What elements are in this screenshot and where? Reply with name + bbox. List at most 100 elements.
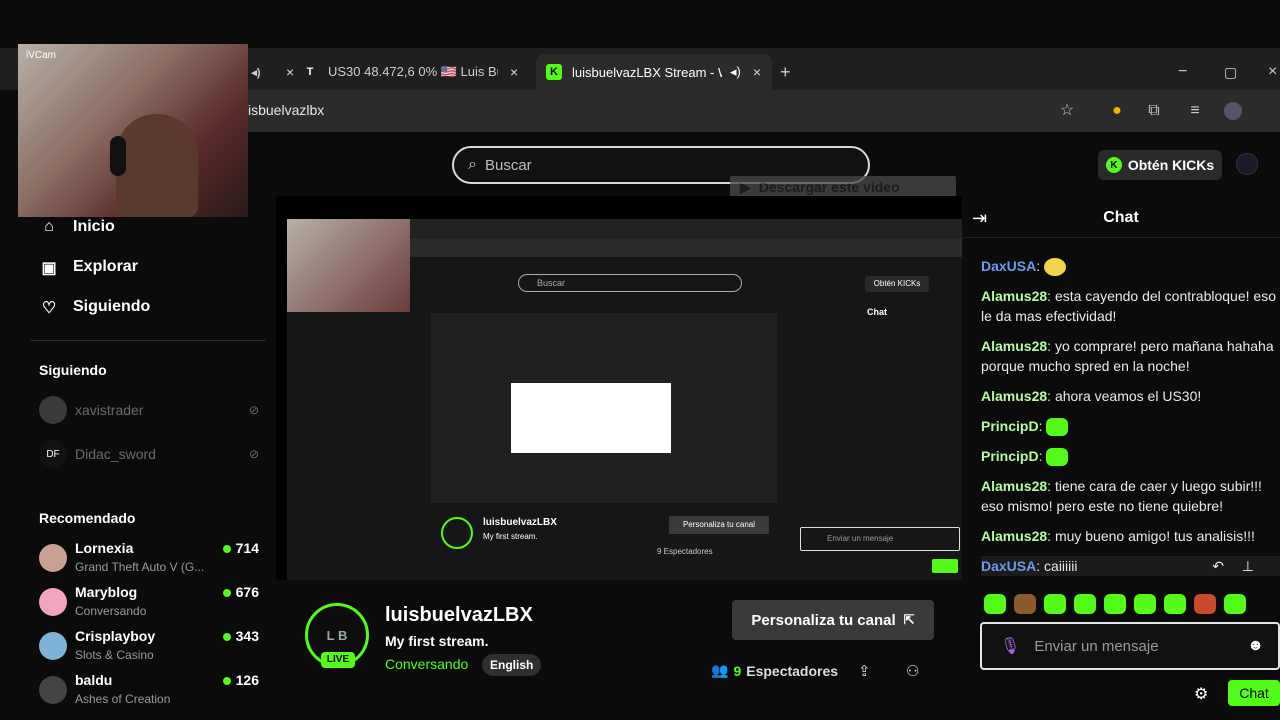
following-item[interactable]: xavistrader ⊘ bbox=[39, 396, 259, 424]
avatar bbox=[39, 588, 67, 616]
emoji-icon[interactable]: ☻ bbox=[1247, 637, 1264, 655]
chat-username[interactable]: Alamus28 bbox=[981, 288, 1047, 304]
get-kicks-label: Obtén KICKs bbox=[1127, 157, 1215, 173]
tab-close-icon[interactable]: × bbox=[510, 64, 518, 80]
chat-username[interactable]: PrincipD bbox=[981, 418, 1039, 434]
browser-tab-3[interactable]: K luisbuelvazLBX Stream - Wa ◂) × bbox=[536, 54, 772, 90]
download-label: Descargar este video bbox=[758, 179, 900, 195]
language-tag[interactable]: English bbox=[482, 654, 542, 676]
viewer-count: 9 bbox=[733, 662, 742, 679]
stream-category[interactable]: Conversando bbox=[385, 656, 468, 672]
user-avatar[interactable] bbox=[1236, 153, 1258, 175]
chat-text: caiiiiii bbox=[1044, 558, 1078, 574]
chat-username[interactable]: Alamus28 bbox=[981, 338, 1047, 354]
home-icon: ⌂ bbox=[44, 218, 54, 235]
avatar-text: L B bbox=[326, 627, 348, 643]
chat-text: muy bueno amigo! tus analisis!!! bbox=[1054, 528, 1255, 544]
nav-explorar[interactable]: ▣ Explorar bbox=[40, 258, 137, 277]
search-placeholder: Buscar bbox=[484, 156, 532, 174]
users-icon: 👥 bbox=[711, 662, 729, 678]
nav-inicio[interactable]: ⌂ Inicio bbox=[40, 218, 115, 236]
chat-message: Alamus28: muy bueno amigo! tus analisis!… bbox=[981, 528, 1255, 544]
emote-icon[interactable] bbox=[1044, 594, 1066, 614]
minimize-button[interactable]: − bbox=[1178, 54, 1198, 90]
chat-username[interactable]: Alamus28 bbox=[981, 388, 1047, 404]
emote-icon[interactable] bbox=[1134, 594, 1156, 614]
webcam-overlay: iVCam bbox=[18, 44, 248, 217]
chat-input[interactable]: 🎙 Enviar un mensaje ☻ bbox=[980, 622, 1280, 670]
browser-tab-1[interactable]: ◂) × bbox=[248, 54, 298, 90]
chat-title: Chat bbox=[1103, 209, 1139, 226]
maximize-button[interactable]: ▢ bbox=[1224, 54, 1244, 90]
recommended-item[interactable]: baldu Ashes of Creation 126 bbox=[39, 672, 259, 712]
chat-send-button[interactable]: Chat bbox=[1228, 680, 1280, 706]
emote-icon[interactable] bbox=[1104, 594, 1126, 614]
stream-title: My first stream. bbox=[385, 633, 489, 649]
channel-name[interactable]: luisbuelvazLBX bbox=[385, 604, 533, 627]
emote-icon[interactable] bbox=[984, 594, 1006, 614]
nav-label: Inicio bbox=[73, 218, 115, 235]
inner-channel-title: My first stream. bbox=[483, 532, 538, 541]
channel-category: Grand Theft Auto V (G... bbox=[75, 560, 205, 574]
pin-icon[interactable]: ⊥ bbox=[1242, 556, 1254, 576]
heart-icon: ♡ bbox=[41, 300, 57, 317]
following-name: xavistrader bbox=[75, 402, 144, 418]
puzzle-icon[interactable]: ⧉ bbox=[1145, 102, 1163, 120]
inner-customize: Personaliza tu canal bbox=[669, 516, 769, 534]
emote-icon[interactable] bbox=[1014, 594, 1036, 614]
recommended-item[interactable]: Crisplayboy Slots & Casino 343 bbox=[39, 628, 259, 668]
share-icon[interactable]: ⇪ bbox=[858, 662, 871, 680]
star-icon[interactable]: ☆ bbox=[1058, 102, 1076, 120]
avatar bbox=[39, 632, 67, 660]
download-video-bar[interactable]: ▶ Descargar este video bbox=[730, 176, 956, 198]
chat-username[interactable]: Alamus28 bbox=[981, 528, 1047, 544]
offline-icon: ⊘ bbox=[248, 403, 259, 417]
channel-category: Conversando bbox=[75, 604, 147, 618]
get-kicks-button[interactable]: K Obtén KICKs bbox=[1098, 150, 1222, 180]
viewer-label: Espectadores bbox=[746, 662, 839, 679]
chat-settings-icon[interactable]: ⚙ bbox=[1194, 684, 1208, 704]
emote-icon[interactable] bbox=[1224, 594, 1246, 614]
microphone-icon[interactable]: 🎙 bbox=[1000, 636, 1020, 656]
url-text[interactable]: isbuelvazlbx bbox=[248, 102, 324, 118]
nav-siguiendo[interactable]: ♡ Siguiendo bbox=[40, 298, 151, 317]
emote-icon[interactable] bbox=[1194, 594, 1216, 614]
new-tab-button[interactable]: + bbox=[780, 54, 800, 90]
window-close-button[interactable]: × bbox=[1268, 54, 1280, 90]
emote-icon[interactable] bbox=[1074, 594, 1096, 614]
chat-username[interactable]: DaxUSA bbox=[981, 258, 1036, 274]
media-icon[interactable]: ≡ bbox=[1186, 102, 1204, 120]
inner-tab-bar bbox=[410, 219, 962, 239]
chat-message: Alamus28: tiene cara de caer y luego sub… bbox=[981, 478, 1262, 514]
live-badge: LIVE bbox=[321, 652, 355, 668]
quick-emote-bar bbox=[984, 594, 1254, 618]
browser-tab-2[interactable]: T US30 48.472,6 0% 🇺🇸 Luis Buelv × bbox=[302, 54, 532, 90]
chat-header: ⇥ Chat bbox=[962, 200, 1280, 238]
chat-username[interactable]: PrincipD bbox=[981, 448, 1039, 464]
viewer-count: 126 bbox=[223, 672, 259, 688]
inner-webcam bbox=[287, 219, 410, 312]
emote-icon[interactable] bbox=[1164, 594, 1186, 614]
divider bbox=[30, 340, 266, 341]
recommended-item[interactable]: Maryblog Conversando 676 bbox=[39, 584, 259, 624]
chat-message: DaxUSA: caiiiiii ↶ ⊥ bbox=[981, 556, 1280, 576]
chat-message: PrincipD: bbox=[981, 416, 1276, 437]
channel-name: Lornexia bbox=[75, 540, 134, 556]
add-user-icon[interactable]: ⚇ bbox=[906, 662, 919, 680]
channel-name: Crisplayboy bbox=[75, 628, 156, 644]
recommended-item[interactable]: Lornexia Grand Theft Auto V (G... 714 bbox=[39, 540, 259, 580]
tab-close-icon[interactable]: × bbox=[286, 64, 294, 80]
tab-close-icon[interactable]: × bbox=[753, 64, 761, 80]
external-link-icon: ⇱ bbox=[903, 612, 915, 627]
customize-channel-button[interactable]: Personaliza tu canal ⇱ bbox=[732, 600, 934, 640]
stream-screen-capture: Buscar Obtén KICKs Chat luisbuelvazLBX M… bbox=[287, 219, 962, 580]
chat-username[interactable]: Alamus28 bbox=[981, 478, 1047, 494]
address-bar[interactable]: isbuelvazlbx ☆ ● ⧉ ≡ bbox=[248, 90, 1280, 132]
extension-icon[interactable]: ● bbox=[1108, 102, 1126, 120]
reply-icon[interactable]: ↶ bbox=[1212, 556, 1224, 576]
profile-icon[interactable] bbox=[1224, 102, 1242, 120]
chat-username[interactable]: DaxUSA bbox=[981, 558, 1036, 574]
explore-icon: ▣ bbox=[41, 260, 57, 277]
inner-channel-name: luisbuelvazLBX bbox=[483, 517, 557, 528]
following-item[interactable]: DF Didac_sword ⊘ bbox=[39, 440, 259, 468]
